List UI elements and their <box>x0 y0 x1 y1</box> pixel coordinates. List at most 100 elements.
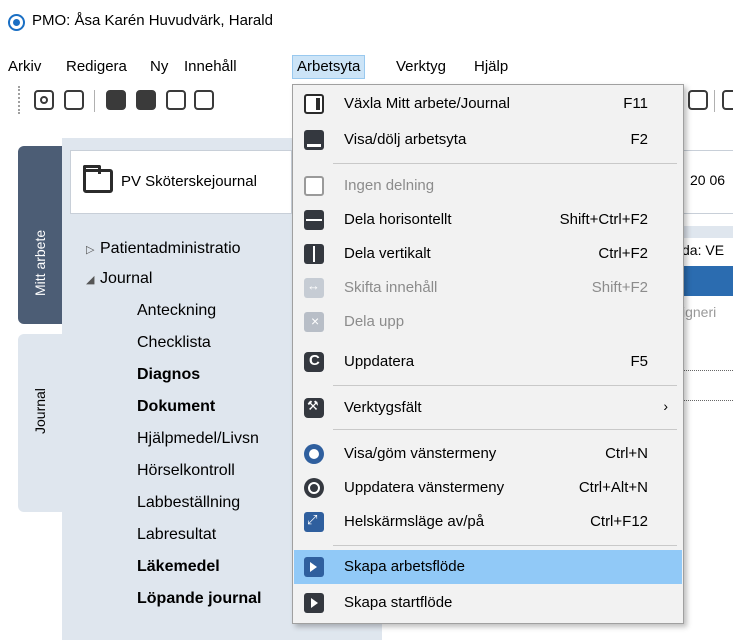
menu-verktyg[interactable]: Verktyg <box>392 55 450 79</box>
workspace-strip <box>676 226 733 238</box>
menu-separator <box>333 545 677 546</box>
menu-item-label: Uppdatera <box>344 353 415 370</box>
tree-item-labbestallning[interactable]: Labbeställning <box>137 492 240 514</box>
menu-item-shortcut: Ctrl+N <box>605 445 648 462</box>
menu-item-label: Växla Mitt arbete/Journal <box>344 95 510 112</box>
divider <box>676 400 733 401</box>
workspace-grey-text: igneri <box>682 304 717 320</box>
menu-item-shortcut: Shift+Ctrl+F2 <box>559 211 648 228</box>
menu-separator <box>333 163 677 164</box>
unsplit-icon <box>304 312 324 332</box>
workflow-icon <box>304 557 324 577</box>
title-bar: PMO: Åsa Karén Huvudvärk, Harald <box>0 0 733 50</box>
switch-icon <box>304 94 324 114</box>
menu-item-label: Visa/dölj arbetsyta <box>344 131 467 148</box>
tree-item-labresultat[interactable]: Labresultat <box>137 524 216 546</box>
print-icon[interactable] <box>106 90 126 110</box>
menu-item-skifta-innehall: Skifta innehåll Shift+F2 <box>294 271 682 305</box>
split-horizontal-icon <box>304 210 324 230</box>
menu-item-visa-dolj[interactable]: Visa/dölj arbetsyta F2 <box>294 123 682 157</box>
menu-item-label: Dela upp <box>344 313 405 330</box>
menu-item-label: Skifta innehåll <box>344 279 438 296</box>
tree-item-diagnos[interactable]: Diagnos <box>137 364 200 386</box>
menu-item-label: Uppdatera vänstermeny <box>344 479 505 496</box>
search-icon[interactable] <box>34 90 54 110</box>
menu-item-shortcut: F2 <box>630 131 648 148</box>
menu-item-shortcut: F5 <box>630 353 648 370</box>
swap-icon <box>304 278 324 298</box>
tree-item-lopande-journal[interactable]: Löpande journal <box>137 588 261 610</box>
close-icon[interactable] <box>64 90 84 110</box>
menu-arbetsyta[interactable]: Arbetsyta <box>292 55 366 79</box>
tree-item-horselkontroll[interactable]: Hörselkontroll <box>137 460 235 482</box>
menu-item-label: Dela horisontellt <box>344 211 452 228</box>
menu-arkiv[interactable]: Arkiv <box>4 55 45 79</box>
tab-mitt-arbete-label: Mitt arbete <box>32 229 48 296</box>
toolbar-grip[interactable] <box>18 86 22 114</box>
menu-item-helskarmslage[interactable]: Helskärmsläge av/på Ctrl+F12 <box>294 505 682 539</box>
tree-item-patientadministration[interactable]: ▷ Patientadministratio <box>86 238 241 261</box>
menu-redigera[interactable]: Redigera <box>62 55 131 79</box>
menu-item-label: Helskärmsläge av/på <box>344 513 485 530</box>
clipboard-icon[interactable] <box>166 90 186 110</box>
tree-item-anteckning[interactable]: Anteckning <box>137 300 216 322</box>
tree-item-hjalpmedel[interactable]: Hjälpmedel/Livsn <box>137 428 259 450</box>
split-vertical-icon <box>304 244 324 264</box>
menu-item-verktygsfalt[interactable]: Verktygsfält › <box>294 391 682 425</box>
toggle-menu-icon <box>304 444 324 464</box>
menu-item-dela-upp: Dela upp <box>294 305 682 339</box>
menu-item-uppdatera[interactable]: Uppdatera F5 <box>294 345 682 379</box>
menu-item-uppdatera-vanstermeny[interactable]: Uppdatera vänstermeny Ctrl+Alt+N <box>294 471 682 505</box>
menu-item-label: Skapa arbetsflöde <box>344 558 465 575</box>
menu-item-shortcut: Shift+F2 <box>591 279 648 296</box>
tree-item-checklista[interactable]: Checklista <box>137 332 211 354</box>
folder-icon <box>83 165 113 193</box>
menu-item-skapa-arbetsflode[interactable]: Skapa arbetsflöde <box>294 550 682 584</box>
refresh-icon <box>304 352 324 372</box>
tree-item-dokument[interactable]: Dokument <box>137 396 215 418</box>
menu-item-label: Skapa startflöde <box>344 594 453 611</box>
journal-header[interactable]: PV Sköterskejournal <box>70 150 292 214</box>
expand-arrow-icon[interactable]: ▷ <box>86 239 100 261</box>
menu-ny[interactable]: Ny <box>146 55 172 79</box>
fullscreen-icon <box>304 512 324 532</box>
arbetsyta-dropdown-menu: Växla Mitt arbete/Journal F11 Visa/dölj … <box>292 84 684 624</box>
patient-icon[interactable] <box>194 90 214 110</box>
workspace-date: 20 06 <box>690 172 726 188</box>
tree-item-label: Journal <box>100 270 153 287</box>
menu-item-vaxla[interactable]: Växla Mitt arbete/Journal F11 <box>294 87 682 121</box>
menu-item-dela-vertikalt[interactable]: Dela vertikalt Ctrl+F2 <box>294 237 682 271</box>
menu-item-dela-horisontellt[interactable]: Dela horisontellt Shift+Ctrl+F2 <box>294 203 682 237</box>
menu-item-skapa-startflode[interactable]: Skapa startflöde <box>294 586 682 620</box>
menu-hjalp[interactable]: Hjälp <box>470 55 512 79</box>
tree-item-label: Patientadministratio <box>100 240 241 257</box>
menu-item-shortcut: F11 <box>623 95 648 112</box>
menu-bar: Arkiv Redigera Ny Innehåll Arbetsyta Ver… <box>0 52 733 80</box>
submenu-arrow-icon: › <box>663 398 668 414</box>
menu-item-label: Verktygsfält <box>344 399 422 416</box>
wrench-icon <box>304 398 324 418</box>
menu-item-visa-gom-vanstermeny[interactable]: Visa/göm vänstermeny Ctrl+N <box>294 437 682 471</box>
panel-icon <box>304 130 324 150</box>
menu-item-shortcut: Ctrl+F2 <box>598 245 648 262</box>
copy-icon[interactable] <box>136 90 156 110</box>
menu-item-label: Visa/göm vänstermeny <box>344 445 497 462</box>
menu-item-label: Ingen delning <box>344 177 435 194</box>
toolbar-button-right-2[interactable] <box>722 90 733 110</box>
startflow-icon <box>304 593 324 613</box>
menu-item-shortcut: Ctrl+Alt+N <box>578 479 648 496</box>
tree-item-journal[interactable]: ◢ Journal <box>86 268 152 291</box>
menu-innehall[interactable]: Innehåll <box>180 55 241 79</box>
menu-item-ingen-delning: Ingen delning <box>294 169 682 203</box>
toolbar-button-right[interactable] <box>688 90 708 110</box>
tab-mitt-arbete[interactable]: Mitt arbete <box>18 146 62 324</box>
journal-title: PV Sköterskejournal <box>121 173 257 190</box>
menu-separator <box>333 429 677 430</box>
no-split-icon <box>304 176 324 196</box>
menu-item-shortcut: Ctrl+F12 <box>590 513 648 530</box>
tree-item-lakemedel[interactable]: Läkemedel <box>137 556 220 578</box>
divider <box>676 370 733 371</box>
collapse-arrow-icon[interactable]: ◢ <box>86 269 100 291</box>
menu-separator <box>333 385 677 386</box>
workspace-selected-row[interactable] <box>676 266 733 296</box>
